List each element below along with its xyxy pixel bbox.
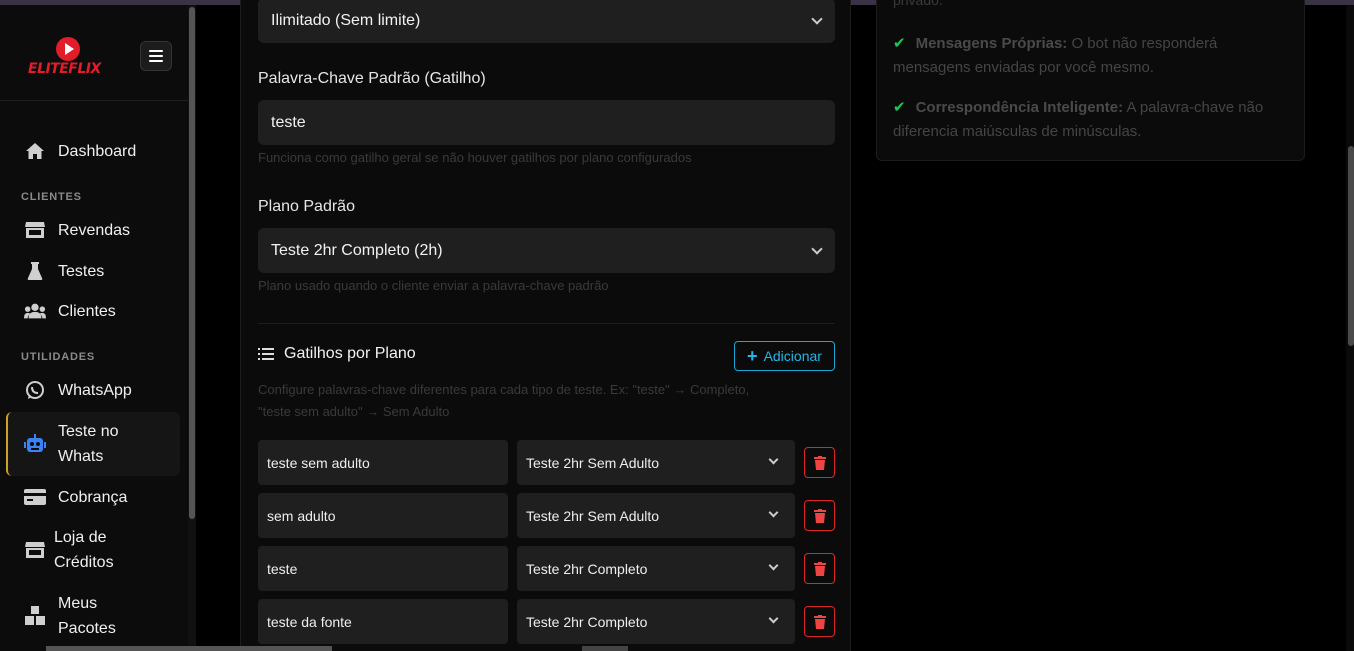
trigger-keyword-value: teste bbox=[267, 560, 298, 577]
trigger-keyword-value: teste sem adulto bbox=[267, 454, 370, 471]
flask-icon bbox=[24, 260, 46, 282]
trigger-keyword-value: teste da fonte bbox=[267, 613, 352, 630]
info-tip-own-messages: ✔ Mensagens Próprias: O bot não responder… bbox=[893, 32, 1283, 80]
check-icon: ✔ bbox=[893, 35, 906, 52]
info-tip-smart-match: ✔ Correspondência Inteligente: A palavra-… bbox=[893, 96, 1283, 144]
keyword-input-value: teste bbox=[271, 113, 306, 131]
delete-trigger-button[interactable] bbox=[804, 447, 835, 478]
logo-text: ELITEFLIX bbox=[28, 61, 101, 77]
sidebar-item-label: Loja de Créditos bbox=[54, 529, 114, 571]
sidebar-item-meus-pacotes[interactable]: Meus Pacotes bbox=[6, 590, 180, 642]
trash-icon bbox=[813, 455, 826, 470]
section-label-clientes: CLIENTES bbox=[21, 191, 82, 203]
credit-card-icon bbox=[24, 486, 46, 508]
store-icon bbox=[24, 539, 46, 561]
tip-title: Mensagens Próprias: bbox=[915, 35, 1068, 52]
sidebar-item-label: Dashboard bbox=[58, 142, 137, 160]
triggers-help-line1: Configure palavras-chave diferentes para… bbox=[258, 382, 750, 397]
home-icon bbox=[24, 140, 46, 162]
info-card-fragment: privado. bbox=[893, 0, 943, 8]
plus-icon: + bbox=[747, 346, 758, 366]
chevron-down-icon bbox=[768, 507, 779, 518]
add-trigger-label: Adicionar bbox=[763, 348, 822, 364]
triggers-section-title: Gatilhos por Plano bbox=[258, 345, 416, 363]
eliteflix-logo[interactable]: ELITEFLIX bbox=[26, 35, 112, 79]
plan-label: Plano Padrão bbox=[258, 198, 355, 215]
delete-trigger-button[interactable] bbox=[804, 606, 835, 637]
trigger-plan-select[interactable]: Teste 2hr Completo bbox=[517, 546, 795, 591]
chevron-down-icon bbox=[768, 560, 779, 571]
trigger-plan-value: Teste 2hr Completo bbox=[526, 613, 648, 630]
users-icon bbox=[24, 300, 46, 322]
robot-icon bbox=[24, 433, 46, 455]
sidebar-item-label: Testes bbox=[58, 262, 105, 280]
page-scrollbar-thumb[interactable] bbox=[1348, 146, 1354, 346]
horizontal-scrollbar-thumb[interactable] bbox=[46, 646, 332, 651]
store-icon bbox=[24, 219, 46, 241]
sidebar-item-label: Cobrança bbox=[58, 488, 128, 506]
trigger-keyword-input[interactable]: teste da fonte bbox=[258, 599, 508, 644]
chevron-down-icon bbox=[768, 454, 779, 465]
triggers-title-text: Gatilhos por Plano bbox=[284, 345, 416, 362]
trigger-plan-select[interactable]: Teste 2hr Sem Adulto bbox=[517, 493, 795, 538]
trigger-plan-select[interactable]: Teste 2hr Sem Adulto bbox=[517, 440, 795, 485]
trigger-keyword-input[interactable]: teste bbox=[258, 546, 508, 591]
sidebar-item-dashboard[interactable]: Dashboard bbox=[6, 134, 180, 168]
triggers-help-line2: "teste sem adulto" → Sem Adulto bbox=[258, 404, 450, 419]
trash-icon bbox=[813, 561, 826, 576]
plan-select-value: Teste 2hr Completo (2h) bbox=[271, 241, 443, 259]
trash-icon bbox=[813, 508, 826, 523]
chevron-down-icon bbox=[811, 13, 823, 25]
sidebar-item-whatsapp[interactable]: WhatsApp bbox=[6, 373, 180, 407]
add-trigger-button[interactable]: + Adicionar bbox=[734, 341, 835, 371]
sidebar-item-label: Clientes bbox=[58, 302, 116, 320]
limit-select-value: Ilimitado (Sem limite) bbox=[271, 11, 421, 29]
horizontal-scrollbar-segment[interactable] bbox=[582, 646, 628, 651]
tip-title: Correspondência Inteligente: bbox=[915, 99, 1124, 116]
check-icon: ✔ bbox=[893, 99, 906, 116]
plan-select[interactable]: Teste 2hr Completo (2h) bbox=[258, 228, 835, 273]
sidebar-item-testes[interactable]: Testes bbox=[6, 254, 180, 288]
keyword-help-text: Funciona como gatilho geral se não houve… bbox=[258, 150, 692, 165]
section-label-utilidades: UTILIDADES bbox=[21, 351, 95, 363]
whatsapp-icon bbox=[24, 379, 46, 401]
trigger-plan-value: Teste 2hr Completo bbox=[526, 560, 648, 577]
sidebar-item-label: Teste no Whats bbox=[58, 423, 119, 465]
sidebar-item-label: WhatsApp bbox=[58, 381, 132, 399]
sidebar-item-clientes[interactable]: Clientes bbox=[6, 294, 180, 328]
sidebar-scrollbar-thumb[interactable] bbox=[189, 7, 195, 519]
limit-select[interactable]: Ilimitado (Sem limite) bbox=[258, 0, 835, 43]
play-logo-icon bbox=[56, 37, 80, 61]
trash-icon bbox=[813, 614, 826, 629]
delete-trigger-button[interactable] bbox=[804, 500, 835, 531]
plan-help-text: Plano usado quando o cliente enviar a pa… bbox=[258, 278, 609, 293]
chevron-down-icon bbox=[768, 613, 779, 624]
sidebar-item-cobranca[interactable]: Cobrança bbox=[6, 480, 180, 514]
sidebar-item-label: Meus Pacotes bbox=[58, 595, 116, 637]
keyword-label: Palavra-Chave Padrão (Gatilho) bbox=[258, 70, 486, 87]
trigger-plan-value: Teste 2hr Sem Adulto bbox=[526, 454, 660, 471]
sidebar-item-revendas[interactable]: Revendas bbox=[6, 213, 180, 247]
delete-trigger-button[interactable] bbox=[804, 553, 835, 584]
trigger-keyword-value: sem adulto bbox=[267, 507, 336, 524]
sidebar-divider bbox=[0, 100, 188, 101]
sidebar-item-loja-de-creditos[interactable]: Loja de Créditos bbox=[6, 524, 180, 576]
chevron-down-icon bbox=[811, 243, 823, 255]
section-divider bbox=[258, 323, 835, 324]
sidebar-item-label: Revendas bbox=[58, 221, 131, 239]
trigger-keyword-input[interactable]: teste sem adulto bbox=[258, 440, 508, 485]
sidebar-item-teste-no-whats[interactable]: Teste no Whats bbox=[6, 412, 180, 476]
list-icon bbox=[258, 347, 276, 361]
keyword-input[interactable]: teste bbox=[258, 100, 835, 145]
trigger-plan-select[interactable]: Teste 2hr Completo bbox=[517, 599, 795, 644]
trigger-keyword-input[interactable]: sem adulto bbox=[258, 493, 508, 538]
trigger-plan-value: Teste 2hr Sem Adulto bbox=[526, 507, 660, 524]
menu-toggle-button[interactable] bbox=[140, 41, 172, 71]
boxes-icon bbox=[24, 605, 46, 627]
